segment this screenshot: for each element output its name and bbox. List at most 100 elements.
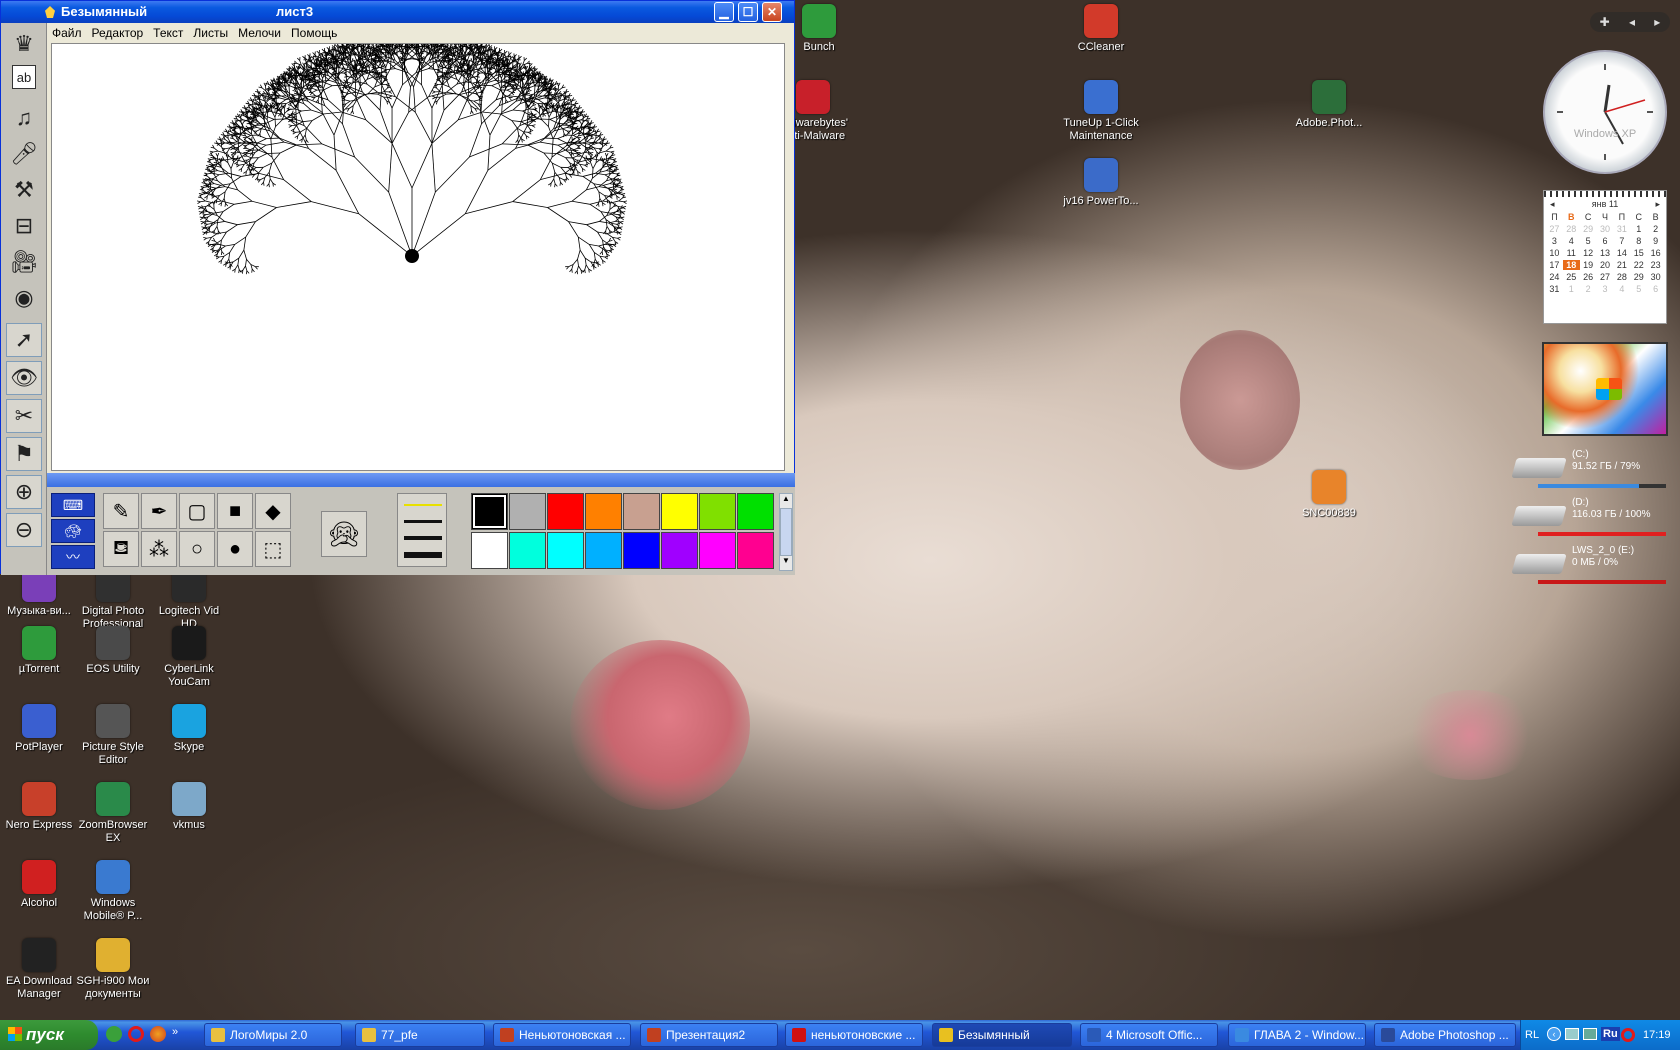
calendar-day[interactable]: 28 xyxy=(1563,224,1580,234)
menu-item-1[interactable]: Редактор xyxy=(87,23,149,40)
zoom-out-tool-icon[interactable]: ⊖ xyxy=(6,513,42,547)
calendar-day[interactable]: 5 xyxy=(1630,284,1647,294)
calendar-day[interactable]: 21 xyxy=(1613,260,1630,270)
next-icon[interactable]: ▸ xyxy=(1654,15,1660,29)
turtle-tool-icon[interactable]: ♛ xyxy=(6,27,42,61)
calendar-day[interactable]: 6 xyxy=(1597,236,1614,246)
calendar-day[interactable]: 4 xyxy=(1563,236,1580,246)
calendar-day[interactable]: 5 xyxy=(1580,236,1597,246)
calendar-day[interactable]: 27 xyxy=(1546,224,1563,234)
scissors-tool-icon[interactable]: ✂ xyxy=(6,399,42,433)
desktop-icon[interactable]: Digital Photo Professional xyxy=(74,568,152,631)
desktop-icon[interactable]: CCleaner xyxy=(1062,4,1140,54)
eye-tool-icon[interactable]: 👁︎ xyxy=(6,361,42,395)
calendar-day[interactable]: 31 xyxy=(1613,224,1630,234)
desktop-icon[interactable]: Skype xyxy=(150,704,228,754)
calendar-day[interactable]: 12 xyxy=(1580,248,1597,258)
calendar-day[interactable]: 14 xyxy=(1613,248,1630,258)
calendar-prev-icon[interactable]: ◂ xyxy=(1550,199,1555,210)
calendar-day[interactable]: 4 xyxy=(1613,284,1630,294)
desktop-icon[interactable]: SNC00839 xyxy=(1290,470,1368,520)
calendar-day[interactable]: 27 xyxy=(1597,272,1614,282)
drawing-canvas[interactable] xyxy=(51,30,785,471)
menu-item-4[interactable]: Мелочи xyxy=(233,23,286,40)
calendar-day[interactable]: 29 xyxy=(1580,224,1597,234)
desktop-icon[interactable]: Picture Style Editor xyxy=(74,704,152,767)
calendar-day[interactable]: 20 xyxy=(1597,260,1614,270)
text-tool-icon[interactable]: ab xyxy=(12,65,36,89)
calendar-day[interactable]: 19 xyxy=(1580,260,1597,270)
calendar-day[interactable]: 18 xyxy=(1562,260,1580,270)
cd-tool-icon[interactable]: ◉ xyxy=(6,281,42,315)
video-tool-icon[interactable]: 🎥︎ xyxy=(6,245,42,279)
scanner-tool-icon[interactable]: ⚒ xyxy=(6,173,42,207)
calendar-day[interactable]: 1 xyxy=(1630,224,1647,234)
desktop-icon[interactable]: TuneUp 1-Click Maintenance xyxy=(1062,80,1140,143)
calendar-day[interactable]: 26 xyxy=(1580,272,1597,282)
desktop-icon[interactable]: vkmus xyxy=(150,782,228,832)
desktop-icon[interactable]: Nero Express xyxy=(0,782,78,832)
maximize-button[interactable]: ☐ xyxy=(738,2,758,22)
desktop-icon[interactable]: Windows Mobile® P... xyxy=(74,860,152,923)
stamp-tool-icon[interactable]: ⚑ xyxy=(6,437,42,471)
calendar-day[interactable]: 3 xyxy=(1546,236,1563,246)
desktop-icon[interactable]: µTorrent xyxy=(0,626,78,676)
title-bar[interactable]: Безымянный лист3 ▁ ☐ ✕ xyxy=(1,1,794,23)
menu-item-0[interactable]: Файл xyxy=(47,23,87,40)
calendar-next-icon[interactable]: ▸ xyxy=(1655,199,1660,210)
calendar-day[interactable]: 8 xyxy=(1630,236,1647,246)
desktop-icon[interactable]: EA Download Manager xyxy=(0,938,78,1001)
calendar-day[interactable]: 11 xyxy=(1563,248,1580,258)
menu-item-2[interactable]: Текст xyxy=(148,23,188,40)
drive-item[interactable]: (C:) 91.52 ГБ / 79% xyxy=(1511,446,1668,490)
calendar-day[interactable]: 16 xyxy=(1647,248,1664,258)
desktop-icon[interactable]: Adobe.Phot... xyxy=(1290,80,1368,130)
microphone-tool-icon[interactable]: 🎤︎ xyxy=(6,137,42,171)
prev-icon[interactable]: ◂ xyxy=(1629,15,1635,29)
calendar-day[interactable]: 23 xyxy=(1647,260,1664,270)
desktop-icon[interactable]: jv16 PowerTo... xyxy=(1062,158,1140,208)
calendar-day[interactable]: 9 xyxy=(1647,236,1664,246)
calendar-day[interactable]: 22 xyxy=(1630,260,1647,270)
slideshow-gadget[interactable] xyxy=(1542,342,1668,436)
calendar-gadget[interactable]: ◂ янв 11 ▸ П В С Ч П С В 27 28 29 30 31 1 2 3 4 5 6 7 8 9 10 1… xyxy=(1543,190,1667,324)
zoom-in-tool-icon[interactable]: ⊕ xyxy=(6,475,42,509)
desktop-icon[interactable]: EOS Utility xyxy=(74,626,152,676)
calendar-day[interactable]: 25 xyxy=(1563,272,1580,282)
pointer-tool-icon[interactable]: ➚ xyxy=(6,323,42,357)
desktop-icon[interactable]: Alcohol xyxy=(0,860,78,910)
desktop-icon[interactable]: PotPlayer xyxy=(0,704,78,754)
calendar-day[interactable]: 10 xyxy=(1546,248,1563,258)
slider-tool-icon[interactable]: ⊟ xyxy=(6,209,42,243)
calendar-day[interactable]: 2 xyxy=(1647,224,1664,234)
calendar-day[interactable]: 15 xyxy=(1630,248,1647,258)
drive-item[interactable]: LWS_2_0 (E:) 0 МБ / 0% xyxy=(1511,542,1668,586)
clock-gadget[interactable]: Windows XP xyxy=(1543,50,1667,174)
music-tool-icon[interactable]: ♫ xyxy=(6,101,42,135)
tree-branch xyxy=(489,112,503,136)
desktop-icon[interactable]: SGH-i900 Мои документы xyxy=(74,938,152,1001)
calendar-day[interactable]: 1 xyxy=(1563,284,1580,294)
calendar-day[interactable]: 3 xyxy=(1597,284,1614,294)
add-gadget-icon[interactable]: ✚ xyxy=(1600,15,1610,29)
calendar-day[interactable]: 28 xyxy=(1613,272,1630,282)
calendar-day[interactable]: 29 xyxy=(1630,272,1647,282)
menu-item-3[interactable]: Листы xyxy=(188,23,233,40)
calendar-day[interactable]: 30 xyxy=(1597,224,1614,234)
calendar-day[interactable]: 2 xyxy=(1580,284,1597,294)
desktop-icon[interactable]: CyberLink YouCam xyxy=(150,626,228,689)
menu-item-5[interactable]: Помощь xyxy=(286,23,342,40)
drive-item[interactable]: (D:) 116.03 ГБ / 100% xyxy=(1511,494,1668,538)
calendar-day[interactable]: 17 xyxy=(1546,260,1563,270)
desktop-icon[interactable]: Logitech Vid HD xyxy=(150,568,228,631)
desktop-icon[interactable]: ZoomBrowser EX xyxy=(74,782,152,845)
calendar-day[interactable]: 13 xyxy=(1597,248,1614,258)
calendar-day[interactable]: 30 xyxy=(1647,272,1664,282)
close-button[interactable]: ✕ xyxy=(762,2,782,22)
calendar-day[interactable]: 31 xyxy=(1546,284,1563,294)
calendar-day[interactable]: 24 xyxy=(1546,272,1563,282)
desktop-icon[interactable]: Музыка-ви... xyxy=(0,568,78,618)
calendar-day[interactable]: 6 xyxy=(1647,284,1664,294)
minimize-button[interactable]: ▁ xyxy=(714,2,734,22)
calendar-day[interactable]: 7 xyxy=(1613,236,1630,246)
